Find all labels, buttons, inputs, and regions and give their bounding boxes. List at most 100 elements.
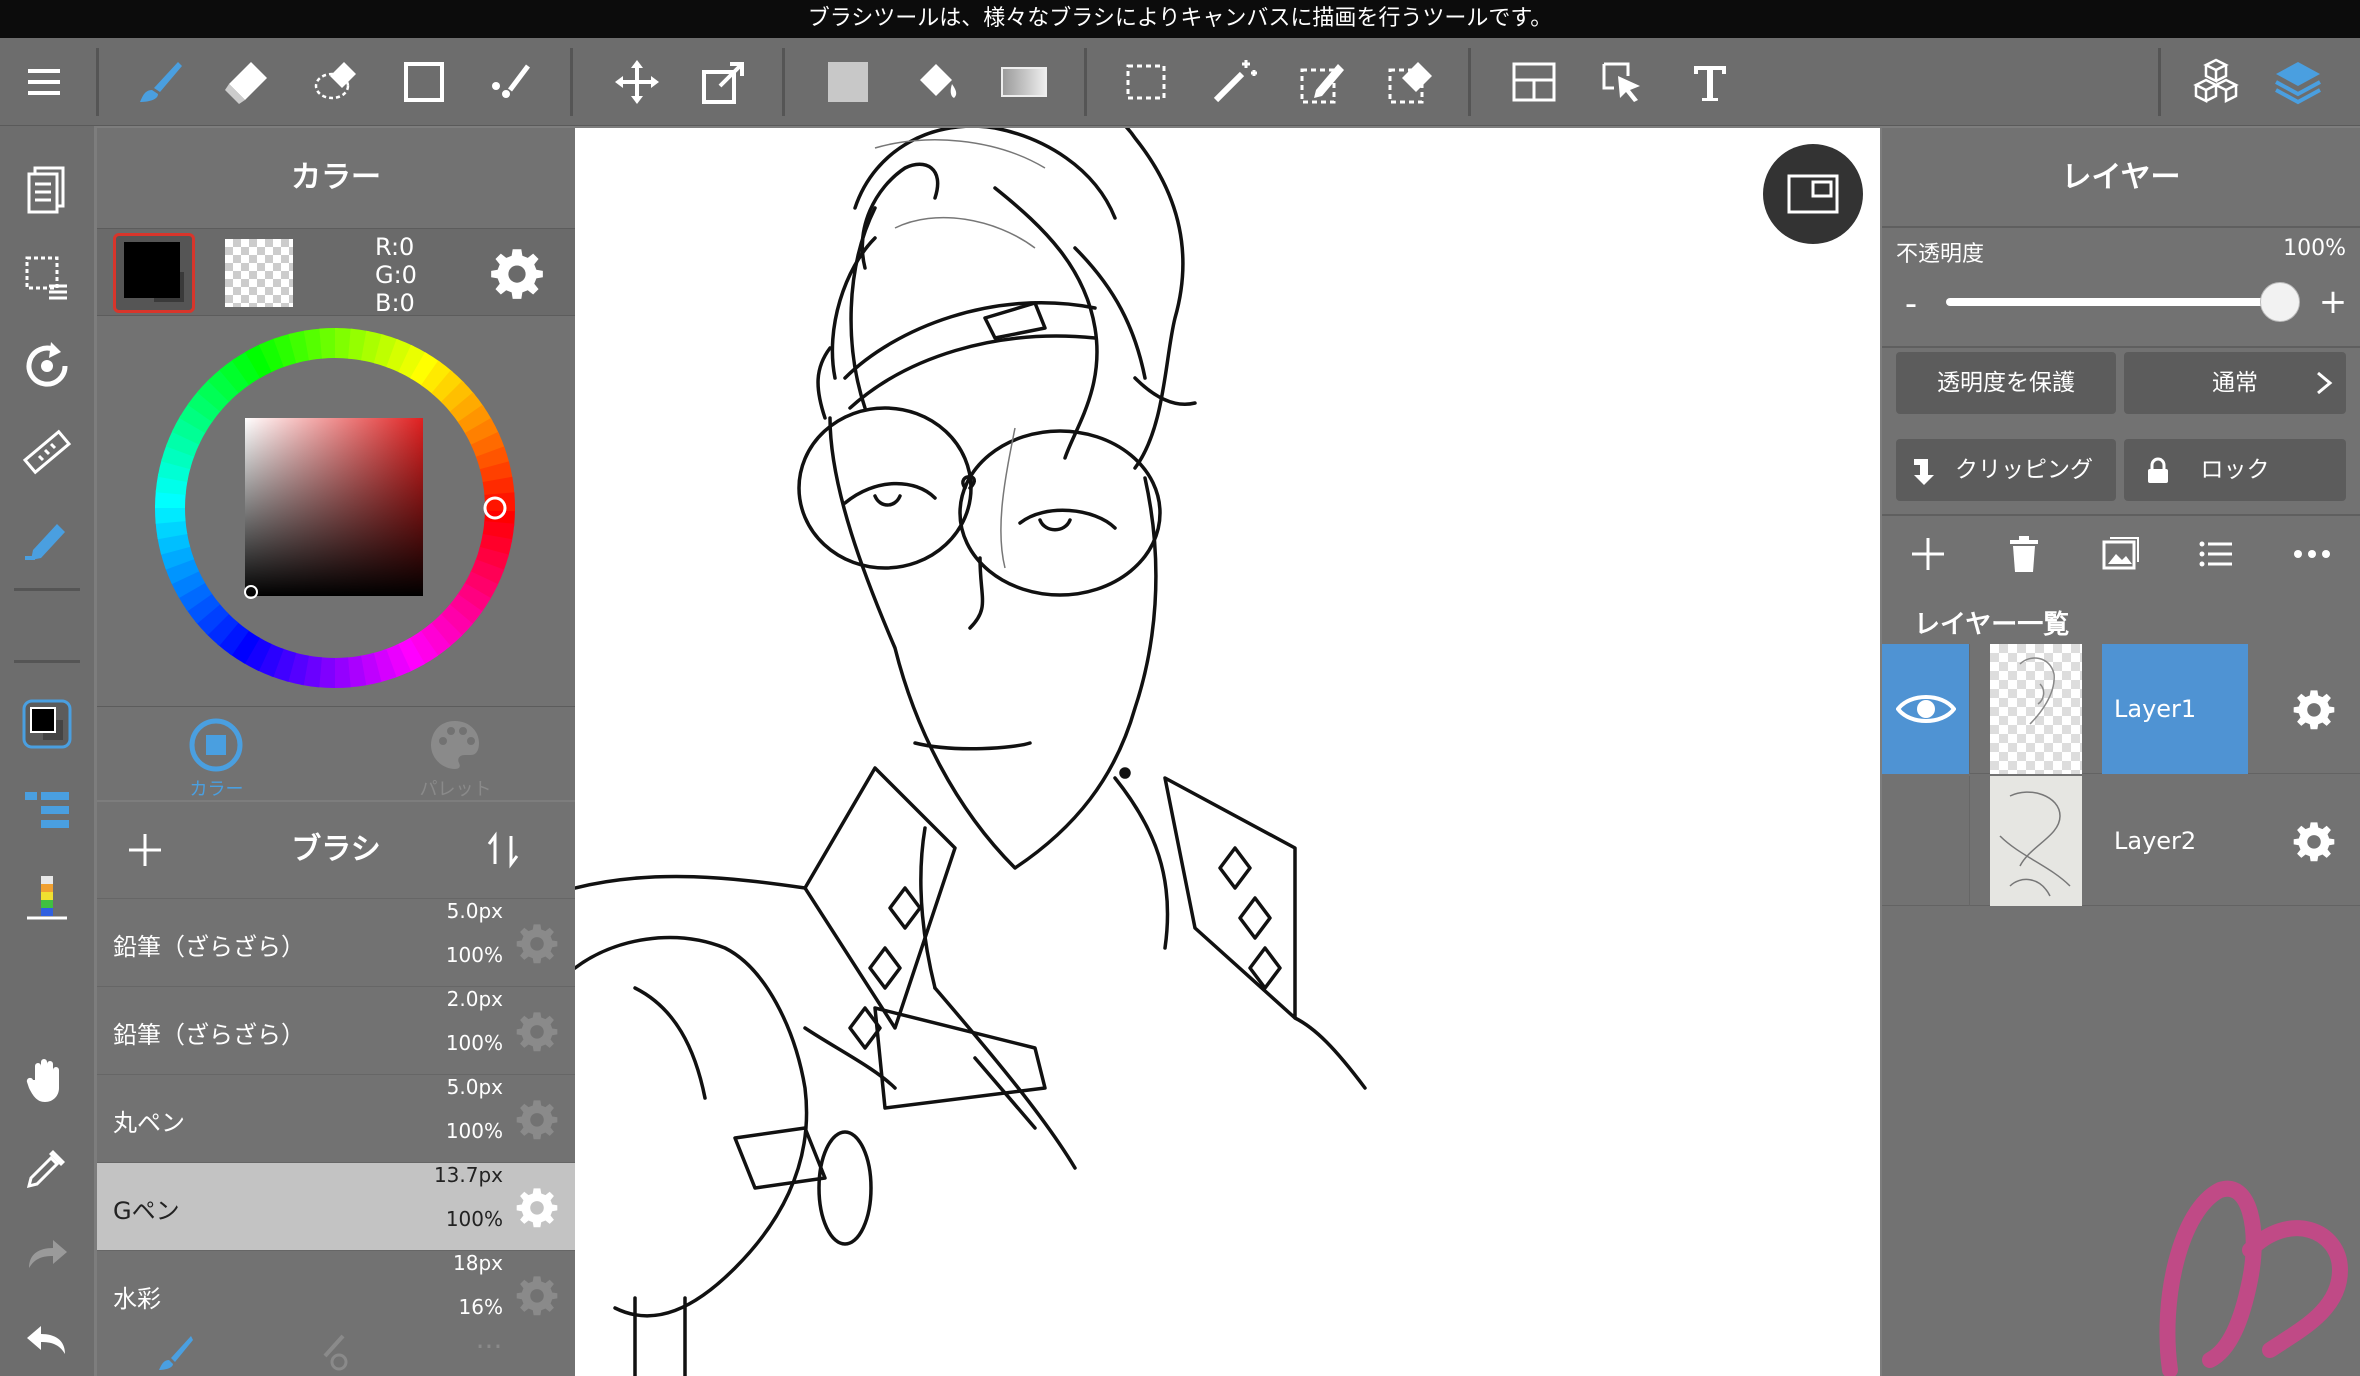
opacity-slider-knob[interactable]: [2260, 282, 2300, 322]
tab-color[interactable]: カラー: [97, 707, 336, 801]
hand-button[interactable]: [13, 1046, 81, 1114]
opacity-slider[interactable]: [1946, 298, 2286, 306]
ruler-button[interactable]: [13, 418, 81, 486]
layer-row[interactable]: Layer1: [1882, 644, 2360, 774]
brush-size: 18px: [453, 1251, 503, 1275]
toolbar-divider: [782, 48, 785, 116]
sort-icon[interactable]: [483, 830, 523, 870]
pen-snap-icon: [25, 524, 65, 560]
gear-icon[interactable]: [2292, 687, 2336, 731]
drawing-canvas[interactable]: [575, 128, 1880, 1376]
protect-alpha-button[interactable]: 透明度を保護: [1896, 352, 2116, 414]
gear-icon[interactable]: [515, 1273, 559, 1317]
gradient-tool-button[interactable]: [990, 48, 1058, 116]
operation-tool-button[interactable]: [1588, 48, 1656, 116]
text-tool-button[interactable]: [1676, 48, 1744, 116]
gear-icon[interactable]: [515, 1097, 559, 1141]
transparent-color-swatch[interactable]: [225, 239, 293, 307]
more-icon: [2294, 550, 2330, 558]
dot-tool-button[interactable]: [478, 48, 546, 116]
undo-button[interactable]: [13, 1306, 81, 1374]
select-pen-button[interactable]: [1288, 48, 1356, 116]
panel-layout-button[interactable]: [1500, 48, 1568, 116]
snap-pen-button[interactable]: [13, 506, 81, 574]
brush-item[interactable]: 鉛筆（ざらざら） 5.0px 100%: [97, 898, 575, 986]
move-icon: [615, 60, 659, 104]
brush-opacity: 100%: [445, 943, 503, 967]
magic-wand-button[interactable]: [1200, 48, 1268, 116]
layers-toggle-button[interactable]: [2264, 48, 2332, 116]
visibility-toggle[interactable]: [1882, 776, 1970, 906]
brush-item[interactable]: 丸ペン 5.0px 100%: [97, 1074, 575, 1162]
add-layer-button[interactable]: [1898, 524, 1958, 584]
eraser-tool-button[interactable]: [213, 48, 281, 116]
pages-button[interactable]: [13, 156, 81, 224]
brush-tool-button[interactable]: [126, 48, 194, 116]
color-wheel[interactable]: [155, 328, 515, 688]
divider: [1882, 514, 2360, 516]
rgb-readout: R:0 G:0 B:0: [375, 233, 417, 317]
select-tool-button[interactable]: [1112, 48, 1180, 116]
redo-button[interactable]: [13, 1220, 81, 1288]
gear-icon[interactable]: [2292, 819, 2336, 863]
gear-icon[interactable]: [515, 921, 559, 965]
color-swatch-button[interactable]: [13, 690, 81, 758]
lasso-eraser-icon: [314, 62, 356, 100]
image-icon: [2102, 537, 2139, 570]
toolbar-divider: [1084, 48, 1087, 116]
brush-item[interactable]: 鉛筆（ざらざら） 2.0px 100%: [97, 986, 575, 1074]
blend-mode-button[interactable]: 通常: [2124, 352, 2346, 414]
material-button[interactable]: [2182, 48, 2250, 116]
color-panel: カラー R:0 G:0 B:0 カラー パレット: [97, 128, 575, 800]
eyedropper-button[interactable]: [13, 1134, 81, 1202]
opacity-decrease-button[interactable]: -: [1896, 284, 1926, 324]
color-bar-icon: [27, 876, 67, 920]
pages-icon: [27, 166, 65, 214]
brush-settings-icon[interactable]: [313, 1332, 353, 1372]
toolbar-divider: [14, 588, 80, 591]
transform-tool-button[interactable]: [690, 48, 758, 116]
brush-icon[interactable]: [155, 1332, 195, 1372]
brush-item[interactable]: Gペン 13.7px 100%: [97, 1162, 575, 1250]
gear-icon[interactable]: [515, 1185, 559, 1229]
more-options-button[interactable]: [2282, 524, 2342, 584]
tool-hint-bar: ブラシツールは、様々なブラシによりキャンバスに描画を行うツールです。: [0, 0, 2360, 38]
layer-name: Layer1: [2102, 644, 2248, 774]
rotate-button[interactable]: [13, 332, 81, 400]
clipping-button[interactable]: クリッピング: [1896, 439, 2116, 501]
fill-rect-tool-button[interactable]: [814, 48, 882, 116]
brush-size: 5.0px: [446, 1075, 503, 1099]
view-mode-button[interactable]: [1763, 144, 1863, 244]
shape-tool-button[interactable]: [390, 48, 458, 116]
trash-icon: [2010, 536, 2038, 572]
foreground-color-swatch[interactable]: [113, 233, 195, 313]
select-eraser-button[interactable]: [1376, 48, 1444, 116]
layer-name: Layer2: [2114, 827, 2197, 855]
transform-icon: [702, 62, 744, 104]
brush-list-icon: [25, 792, 69, 828]
tab-palette[interactable]: パレット: [336, 707, 575, 801]
bucket-tool-button[interactable]: [902, 48, 970, 116]
more-icon[interactable]: ···: [469, 1330, 509, 1363]
menu-button[interactable]: [10, 48, 78, 116]
lock-icon: [2148, 457, 2168, 483]
color-bar-button[interactable]: [13, 864, 81, 932]
opacity-increase-button[interactable]: +: [2316, 282, 2350, 322]
move-tool-button[interactable]: [603, 48, 671, 116]
visibility-toggle[interactable]: [1882, 644, 1970, 774]
layer-list-menu-button[interactable]: [2186, 524, 2246, 584]
gear-icon[interactable]: [515, 1009, 559, 1053]
toolbar-divider: [96, 48, 99, 116]
brush-opacity: 16%: [458, 1295, 503, 1319]
lock-button[interactable]: ロック: [2124, 439, 2346, 501]
delete-layer-button[interactable]: [1994, 524, 2054, 584]
lasso-eraser-button[interactable]: [302, 48, 370, 116]
gear-icon[interactable]: [489, 245, 545, 301]
brush-list-button[interactable]: [13, 776, 81, 844]
select-icon: [1126, 64, 1166, 100]
dot-icon: [492, 64, 530, 98]
selection-display-button[interactable]: [13, 244, 81, 312]
import-image-button[interactable]: [2090, 524, 2150, 584]
top-toolbar: [0, 38, 2360, 126]
layer-row[interactable]: Layer2: [1882, 776, 2360, 906]
